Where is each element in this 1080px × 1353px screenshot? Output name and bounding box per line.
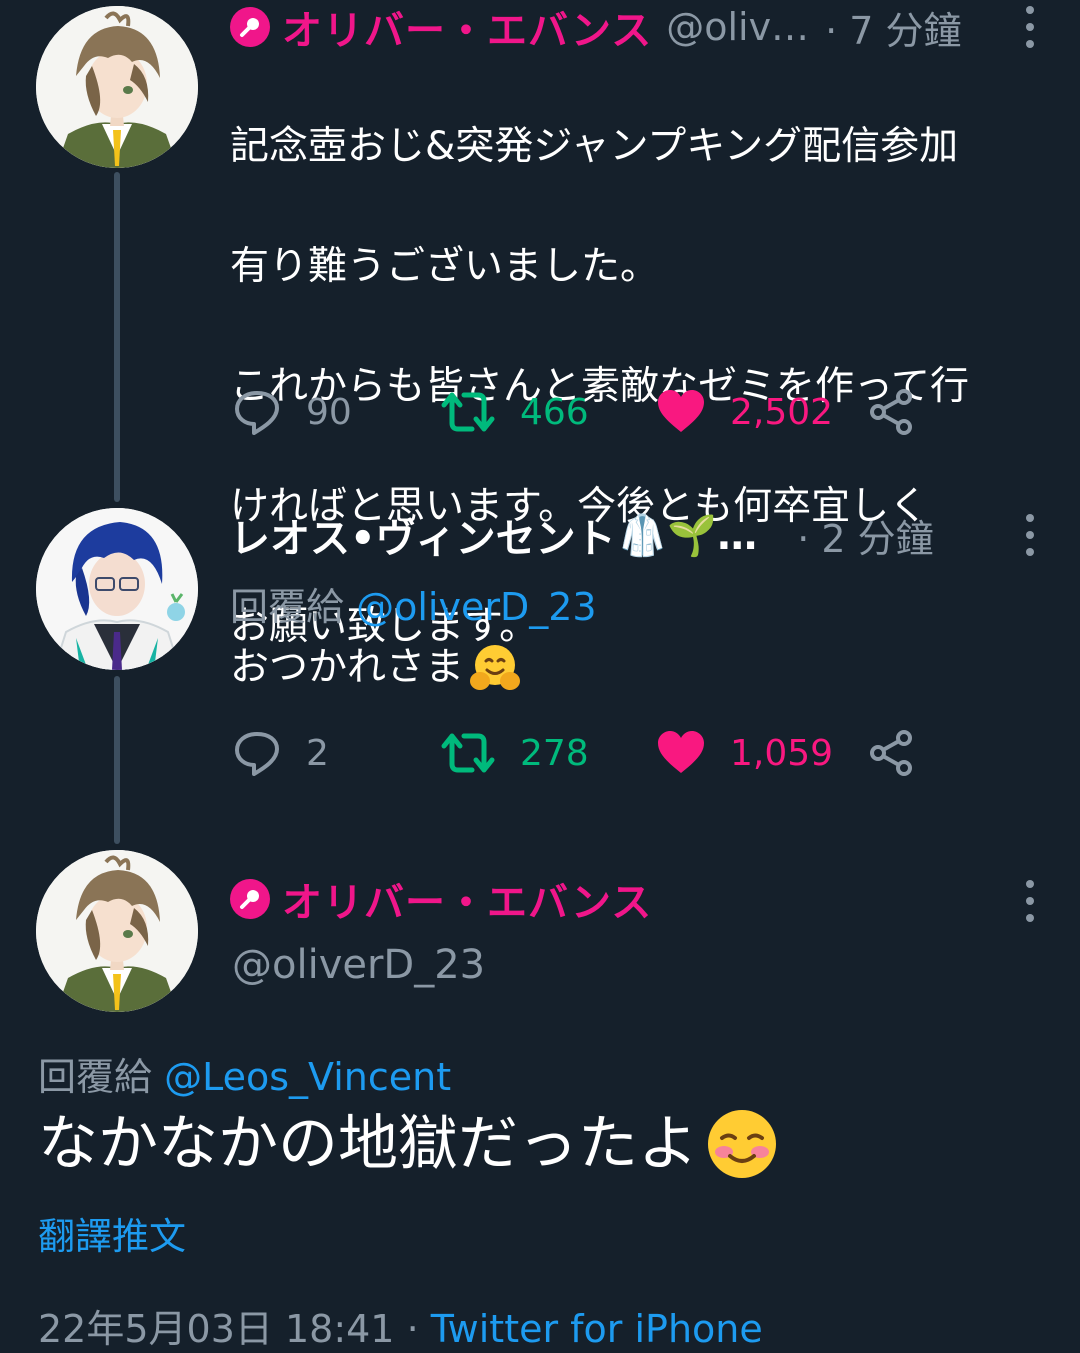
avatar-oliver-focused[interactable] (36, 850, 198, 1012)
share-icon (870, 730, 912, 776)
like-count: 2,502 (730, 391, 834, 433)
thread-line-1 (114, 172, 120, 502)
share-icon (870, 389, 912, 435)
reply-to-prefix: 回覆給 (38, 1055, 153, 1099)
tweet-1-text-line: 有り難うございました。 (230, 244, 660, 289)
heart-icon (658, 390, 704, 432)
reply-button[interactable]: 2 (232, 723, 329, 783)
retweet-icon (441, 392, 495, 432)
tweet-1-handle[interactable]: @oliv… (666, 5, 809, 49)
retweet-button[interactable]: 466 (440, 382, 589, 442)
translate-tweet-link[interactable]: 翻譯推文 (38, 1206, 186, 1260)
share-button[interactable] (868, 723, 940, 783)
reply-count: 2 (306, 732, 329, 774)
reply-to-mention[interactable]: @Leos_Vincent (164, 1055, 451, 1099)
focused-more-icon[interactable] (1026, 880, 1034, 922)
retweet-button[interactable]: 278 (440, 723, 589, 783)
avatar-oliver[interactable] (36, 6, 198, 168)
like-button[interactable]: 2,502 (656, 382, 833, 442)
tweet-2-name-emoji: 🥼🌱… (617, 512, 758, 559)
meta-separator: · (394, 1307, 431, 1351)
tweet-2-header: レオス•ヴィンセント 🥼🌱… · 2 分鐘 (230, 512, 1040, 563)
retweet-count: 466 (520, 391, 589, 433)
tweet-1-display-name[interactable]: オリバー・エバンス (282, 0, 652, 56)
focused-text: なかなかの地獄だったよ (38, 1106, 780, 1182)
tweet-2-timestamp[interactable]: · 2 分鐘 (797, 508, 933, 563)
reply-to-prefix: 回覆給 (230, 585, 345, 629)
share-button[interactable] (868, 382, 940, 442)
tweet-source[interactable]: Twitter for iPhone (431, 1307, 763, 1351)
retweet-count: 278 (520, 732, 589, 774)
focused-handle[interactable]: @oliverD_23 (232, 942, 485, 988)
tweet-1-header: オリバー・エバンス @oliv… · 7 分鐘 (230, 4, 1040, 54)
like-count: 1,059 (730, 732, 834, 774)
thread-line-2 (114, 676, 120, 844)
focused-text-body: なかなかの地獄だったよ (38, 1109, 698, 1179)
reply-to-mention[interactable]: @oliverD_23 (356, 585, 596, 629)
retweet-icon (441, 733, 495, 773)
reply-icon (235, 732, 279, 776)
tweet-date[interactable]: 22年5月03日 18:41 (38, 1307, 394, 1351)
tweet-1-more-icon[interactable] (1026, 6, 1034, 48)
avatar-leos[interactable] (36, 508, 198, 670)
like-button[interactable]: 1,059 (656, 723, 833, 783)
tweet-meta: 22年5月03日 18:41 · Twitter for iPhone (38, 1298, 763, 1353)
reply-button[interactable]: 90 (232, 382, 352, 442)
tweet-1-timestamp[interactable]: · 7 分鐘 (825, 0, 961, 55)
hugging-face-icon (470, 645, 521, 690)
focused-reply-to: 回覆給 @Leos_Vincent (38, 1046, 451, 1101)
heart-icon (658, 731, 704, 773)
tweet-2-more-icon[interactable] (1026, 514, 1034, 556)
microphone-icon (230, 7, 270, 47)
microphone-icon (230, 879, 270, 919)
tweet-2-text-body: おつかれさま (230, 645, 465, 690)
reply-count: 90 (306, 391, 352, 433)
reply-icon (235, 391, 279, 435)
smiling-face-blush-icon (708, 1110, 776, 1178)
focused-display-name[interactable]: オリバー・エバンス (282, 870, 652, 928)
tweet-2-text: おつかれさま (230, 638, 1044, 698)
tweet-1-text-line: 記念壺おじ&突発ジャンプキング配信参加 (230, 124, 959, 169)
tweet-2-reply-to: 回覆給 @oliverD_23 (230, 576, 597, 631)
tweet-2-display-name[interactable]: レオス•ヴィンセント (230, 506, 616, 564)
focused-header: オリバー・エバンス (230, 876, 1040, 926)
tweet-1-actions: 90 466 2,502 (232, 382, 932, 442)
tweet-2-actions: 2 278 1,059 (232, 723, 932, 783)
